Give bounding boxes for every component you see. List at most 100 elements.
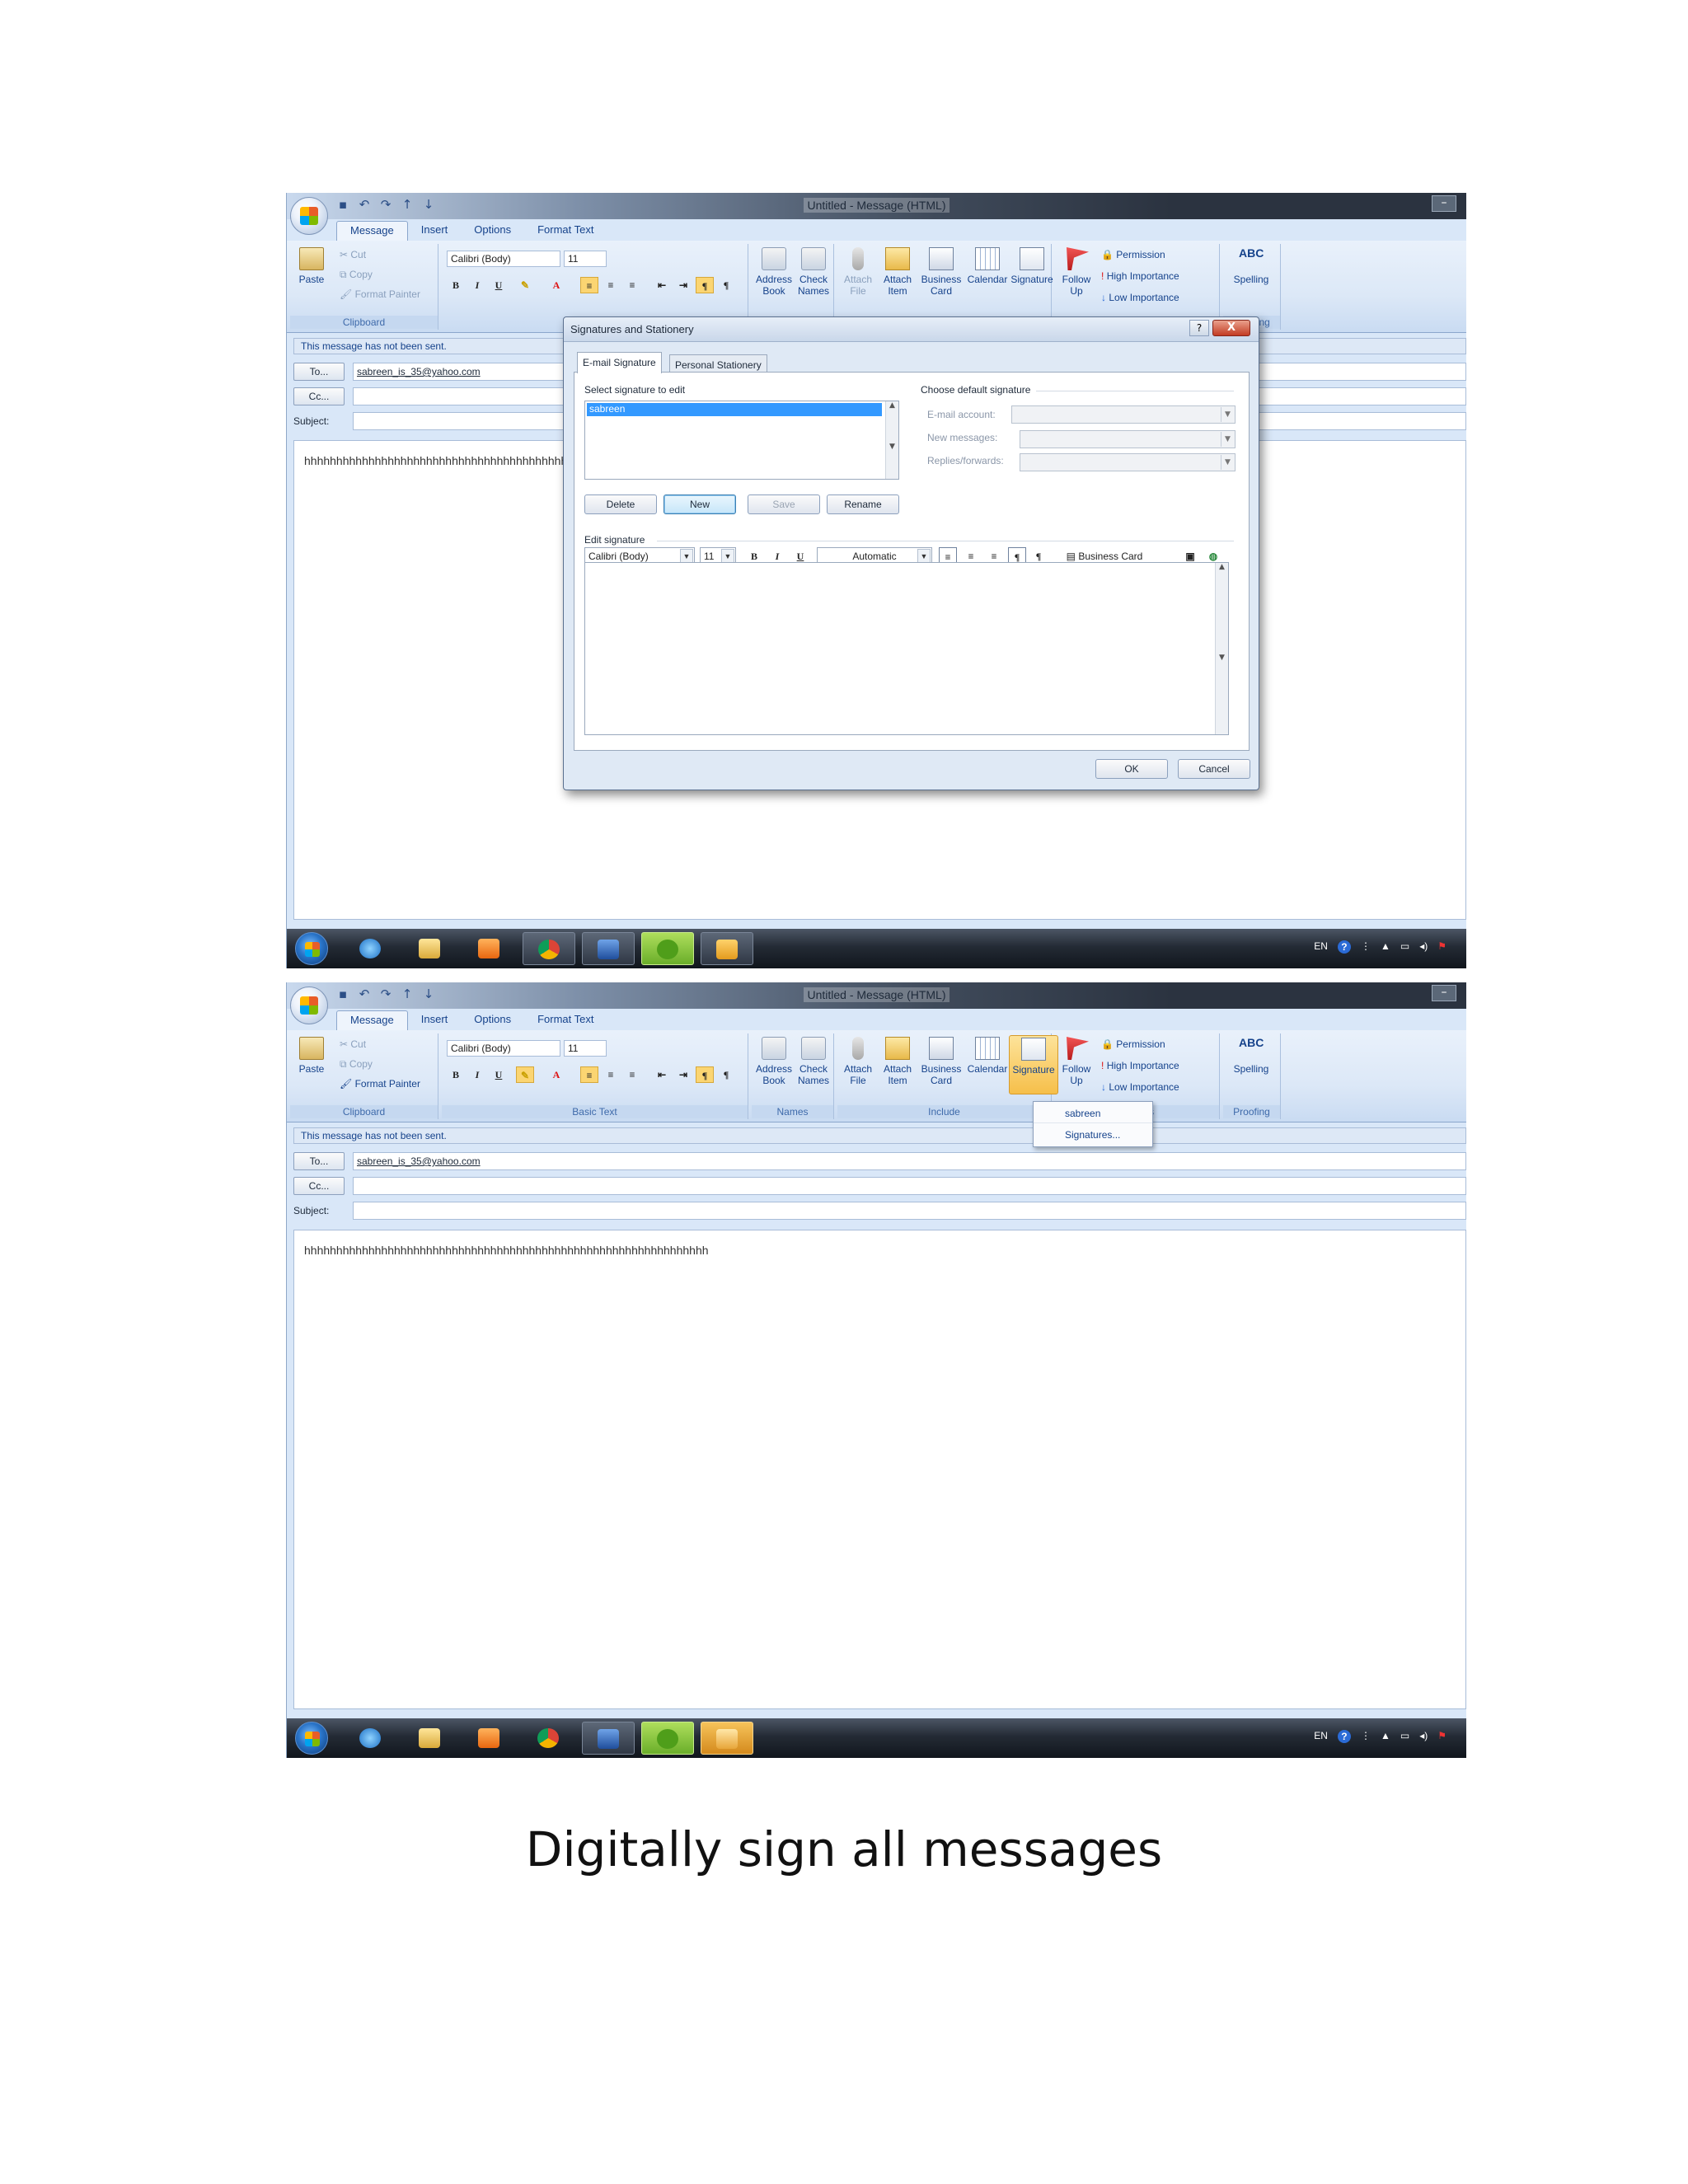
network-icon[interactable]: ⋮: [1361, 940, 1371, 954]
media-player-taskbar-button[interactable]: [463, 1722, 516, 1755]
increase-indent-icon[interactable]: ⇥: [674, 1066, 692, 1083]
copy-button[interactable]: ⧉ Copy: [340, 269, 373, 281]
italic-button[interactable]: I: [468, 1066, 486, 1083]
display-icon[interactable]: ▭: [1400, 1730, 1409, 1743]
help-tray-icon[interactable]: ?: [1337, 1730, 1351, 1743]
address-book-button[interactable]: Address Book: [755, 1037, 793, 1086]
business-card-button[interactable]: Business Card: [918, 1037, 964, 1086]
tab-format-text[interactable]: Format Text: [524, 1010, 607, 1030]
office-button[interactable]: [290, 197, 328, 235]
align-right-icon[interactable]: ≡: [623, 1066, 641, 1083]
align-center-icon[interactable]: ≡: [602, 1066, 620, 1083]
font-size-combo[interactable]: 11: [564, 251, 607, 267]
cc-field[interactable]: [353, 1177, 1466, 1195]
chrome-taskbar-button[interactable]: [523, 932, 575, 965]
message-body[interactable]: hhhhhhhhhhhhhhhhhhhhhhhhhhhhhhhhhhhhhhhh…: [293, 1230, 1466, 1709]
align-left-icon[interactable]: ≡: [580, 1066, 598, 1083]
signature-list[interactable]: sabreen ▲ ▼: [584, 401, 899, 480]
highlight-icon[interactable]: ✎: [516, 277, 534, 293]
minimize-button[interactable]: –: [1432, 195, 1456, 212]
ie-taskbar-button[interactable]: [345, 932, 397, 965]
menu-item-signatures[interactable]: Signatures...: [1034, 1125, 1152, 1145]
paste-button[interactable]: Paste: [295, 1037, 328, 1075]
underline-button[interactable]: U: [490, 1066, 508, 1083]
office-button[interactable]: [290, 987, 328, 1024]
font-combo[interactable]: Calibri (Body): [447, 251, 560, 267]
action-center-flag-icon[interactable]: ⚑: [1437, 1730, 1447, 1743]
signature-list-item[interactable]: sabreen: [587, 403, 882, 416]
outlook-taskbar-button[interactable]: [701, 1722, 753, 1755]
explorer-taskbar-button[interactable]: [404, 1722, 457, 1755]
cc-button[interactable]: Cc...: [293, 1177, 345, 1195]
list-scrollbar[interactable]: ▲ ▼: [885, 401, 898, 479]
new-button[interactable]: New: [663, 494, 736, 514]
dialog-help-button[interactable]: ?: [1189, 320, 1209, 336]
rename-button[interactable]: Rename: [827, 494, 899, 514]
tab-email-signature[interactable]: E-mail Signature: [577, 352, 662, 373]
new-messages-combo[interactable]: ▼: [1020, 430, 1236, 448]
dialog-close-button[interactable]: X: [1212, 320, 1250, 336]
cancel-button[interactable]: Cancel: [1178, 759, 1250, 779]
network-icon[interactable]: ⋮: [1361, 1730, 1371, 1743]
italic-button[interactable]: I: [468, 277, 486, 293]
signature-button[interactable]: Signature: [1009, 247, 1055, 285]
business-card-button[interactable]: Business Card: [918, 247, 964, 297]
upwork-taskbar-button[interactable]: [641, 1722, 694, 1755]
check-names-button[interactable]: Check Names: [795, 247, 832, 297]
delete-button[interactable]: Delete: [584, 494, 657, 514]
language-indicator[interactable]: EN: [1314, 940, 1328, 954]
align-left-icon[interactable]: ≡: [580, 277, 598, 293]
signature-edit-box[interactable]: ▲ ▼: [584, 562, 1229, 735]
bold-button[interactable]: B: [447, 277, 465, 293]
attach-file-button[interactable]: Attach File: [839, 247, 877, 297]
align-center-icon[interactable]: ≡: [602, 277, 620, 293]
tab-insert[interactable]: Insert: [408, 1010, 462, 1030]
align-right-icon[interactable]: ≡: [623, 277, 641, 293]
signature-button[interactable]: Signature: [1009, 1035, 1058, 1094]
save-button[interactable]: Save: [748, 494, 820, 514]
font-combo[interactable]: Calibri (Body): [447, 1040, 560, 1057]
calendar-button[interactable]: Calendar: [964, 247, 1010, 285]
font-size-combo[interactable]: 11: [564, 1040, 607, 1057]
display-icon[interactable]: ▭: [1400, 940, 1409, 954]
highlight-icon[interactable]: ✎: [516, 1066, 534, 1083]
format-painter-button[interactable]: 🖌 Format Painter: [340, 1078, 420, 1090]
cut-button[interactable]: ✂ Cut: [340, 249, 366, 260]
tab-personal-stationery[interactable]: Personal Stationery: [669, 354, 767, 373]
word-taskbar-button[interactable]: [582, 932, 635, 965]
decrease-indent-icon[interactable]: ⇤: [653, 277, 671, 293]
to-button[interactable]: To...: [293, 363, 345, 381]
cut-button[interactable]: ✂ Cut: [340, 1038, 366, 1050]
follow-up-button[interactable]: Follow Up: [1058, 1037, 1095, 1086]
volume-icon[interactable]: ◂): [1419, 940, 1428, 954]
explorer-taskbar-button[interactable]: [404, 932, 457, 965]
rtl-icon[interactable]: ¶: [717, 1066, 735, 1083]
tab-options[interactable]: Options: [461, 1010, 524, 1030]
font-color-icon[interactable]: A: [547, 1066, 565, 1083]
subject-field[interactable]: [353, 1202, 1466, 1220]
email-account-combo[interactable]: ▼: [1011, 405, 1236, 424]
rtl-icon[interactable]: ¶: [717, 277, 735, 293]
attach-item-button[interactable]: Attach Item: [879, 247, 917, 297]
volume-icon[interactable]: ◂): [1419, 1730, 1428, 1743]
ie-taskbar-button[interactable]: [345, 1722, 397, 1755]
format-painter-button[interactable]: 🖌 Format Painter: [340, 288, 420, 300]
outlook-taskbar-button[interactable]: [701, 932, 753, 965]
check-names-button[interactable]: Check Names: [795, 1037, 832, 1086]
font-color-icon[interactable]: A: [547, 277, 565, 293]
ltr-icon[interactable]: ¶: [696, 277, 714, 293]
address-book-button[interactable]: Address Book: [755, 247, 793, 297]
underline-button[interactable]: U: [490, 277, 508, 293]
tab-message[interactable]: Message: [336, 1010, 408, 1030]
help-tray-icon[interactable]: ?: [1337, 940, 1351, 954]
permission-button[interactable]: 🔒 Permission: [1101, 1038, 1165, 1050]
calendar-button[interactable]: Calendar: [964, 1037, 1010, 1075]
show-hidden-icons-icon[interactable]: ▲: [1381, 940, 1390, 954]
copy-button[interactable]: ⧉ Copy: [340, 1058, 373, 1071]
tab-format-text[interactable]: Format Text: [524, 221, 607, 241]
start-button[interactable]: [295, 932, 328, 965]
low-importance-button[interactable]: ↓ Low Importance: [1101, 1081, 1179, 1093]
word-taskbar-button[interactable]: [582, 1722, 635, 1755]
high-importance-button[interactable]: ! High Importance: [1101, 1060, 1179, 1071]
tab-message[interactable]: Message: [336, 221, 408, 241]
